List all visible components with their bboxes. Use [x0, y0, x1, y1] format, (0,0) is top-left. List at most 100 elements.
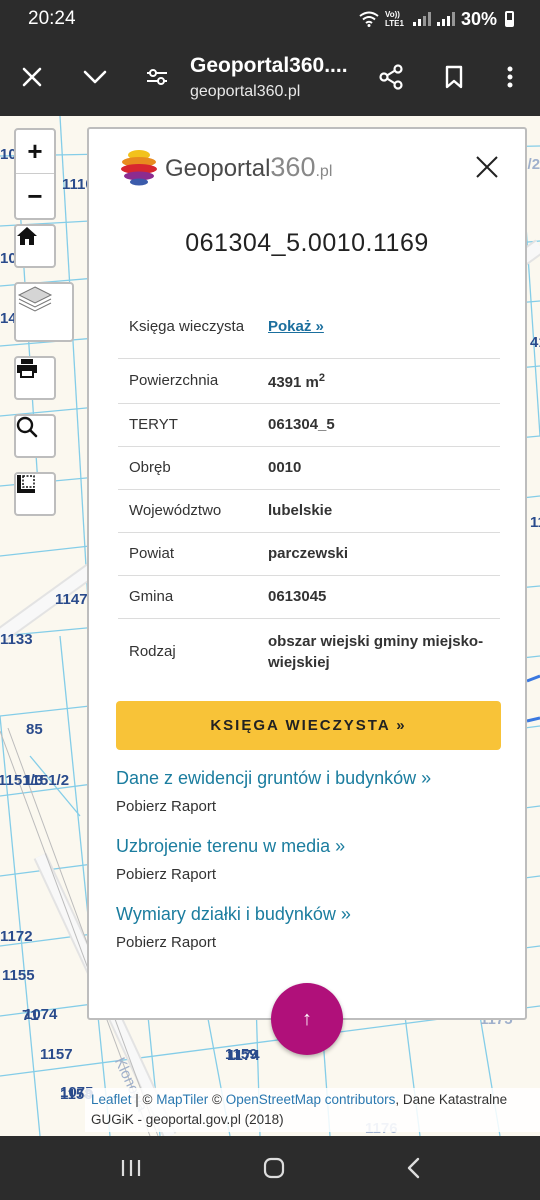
parcel-label: 1074 [24, 1006, 58, 1023]
page-title: Geoportal360.... [190, 54, 348, 77]
row-key: Powiat [118, 532, 258, 576]
layers-icon [17, 286, 53, 312]
battery-percent: 30% [460, 8, 497, 29]
zoom-control: + − [14, 128, 56, 220]
search-button[interactable] [14, 414, 56, 458]
parcel-label: 1157 [40, 1046, 73, 1063]
more-vert-icon [507, 66, 513, 88]
parcel-info-table: Księga wieczysta Pokaż » Powierzchnia 43… [118, 295, 500, 685]
row-value: lubelskie [258, 489, 500, 533]
parcel-label: 1155 [2, 967, 35, 984]
table-row: TERYT 061304_5 [118, 403, 500, 447]
zoom-out-button[interactable]: − [16, 174, 54, 218]
download-report-link[interactable]: Pobierz Raport [116, 934, 351, 951]
home-button[interactable] [14, 224, 56, 268]
parcel-id: 061304_5.0010.1169 [185, 229, 429, 257]
osm-link[interactable]: OpenStreetMap contributors [226, 1092, 396, 1107]
collapse-button[interactable] [70, 38, 120, 116]
dimensions-link[interactable]: Wymiary działki i budynków » [116, 904, 351, 925]
clock: 20:24 [28, 8, 76, 29]
share-button[interactable] [366, 38, 416, 116]
battery-icon [505, 11, 514, 27]
area-unit-sup: 2 [318, 372, 325, 384]
tune-icon [147, 69, 167, 85]
parcel-label: 1151/3 [0, 772, 44, 789]
row-key: Księga wieczysta [118, 295, 258, 359]
logo-tld: .pl [315, 162, 333, 180]
row-value: obszar wiejski gminy miejsko-wiejskiej [268, 632, 484, 671]
site-settings-button[interactable] [132, 38, 182, 116]
maptiler-link[interactable]: MapTiler [156, 1092, 208, 1107]
popup-close-button[interactable] [475, 155, 499, 179]
print-button[interactable] [14, 356, 56, 400]
more-menu-button[interactable] [485, 38, 535, 116]
row-value: parczewski [258, 532, 500, 576]
table-row: Powiat parczewski [118, 532, 500, 576]
area-value: 4391 m [268, 374, 319, 391]
zoom-in-button[interactable]: + [16, 130, 54, 174]
land-register-link[interactable]: Pokaż » [268, 318, 324, 335]
row-value: 0613045 [258, 575, 500, 619]
recent-apps-icon[interactable] [120, 1158, 142, 1178]
row-value: 4391 m2 [258, 358, 500, 404]
close-icon [22, 67, 42, 87]
geoportal-logo: Geoportal360.pl [119, 147, 332, 187]
table-row: Powierzchnia 4391 m2 [118, 358, 500, 404]
page-url[interactable]: geoportal360.pl [190, 83, 300, 101]
browser-toolbar: Geoportal360.... geoportal360.pl [0, 38, 540, 116]
logo-name: Geoportal [165, 154, 271, 182]
parcel-label: 1159 [225, 1046, 258, 1063]
close-tab-button[interactable] [7, 38, 57, 116]
table-row: Obręb 0010 [118, 446, 500, 490]
table-row: Księga wieczysta Pokaż » [118, 295, 500, 359]
back-icon[interactable] [406, 1157, 420, 1179]
status-bar: 20:24 Vo)) LTE1 30% [0, 0, 540, 38]
row-key: Rodzaj [129, 643, 176, 661]
logo-icon [121, 150, 157, 186]
utilities-link[interactable]: Uzbrojenie terenu w media » [116, 836, 345, 857]
parcel-label: 41 [530, 334, 540, 351]
leaflet-link[interactable]: Leaflet [91, 1092, 132, 1107]
share-icon [379, 64, 403, 90]
land-records-link[interactable]: Dane z ewidencji gruntów i budynków » [116, 768, 431, 789]
home-nav-icon[interactable] [263, 1157, 285, 1179]
download-report-link[interactable]: Pobierz Raport [116, 866, 345, 883]
row-key: TERYT [118, 403, 258, 447]
row-key: Gmina [118, 575, 258, 619]
scroll-top-button[interactable]: ↑ [271, 983, 343, 1055]
row-key: Powierzchnia [118, 358, 258, 404]
row-key: Obręb [118, 446, 258, 490]
table-row: Rodzaj obszar wiejski gminy miejsko-wiej… [118, 618, 500, 685]
map-attribution: Leaflet | © MapTiler © OpenStreetMap con… [85, 1088, 540, 1132]
table-row: Gmina 0613045 [118, 575, 500, 619]
layers-button[interactable] [14, 282, 74, 342]
download-report-link[interactable]: Pobierz Raport [116, 798, 431, 815]
section-land-records: Dane z ewidencji gruntów i budynków » Po… [116, 768, 431, 815]
parcel-label: 1133 [0, 631, 33, 648]
parcel-label: 1137 [530, 514, 540, 531]
parcel-popup: Geoportal360.pl 061304_5.0010.1169 Księg… [87, 127, 527, 1020]
signal-icon-1 [412, 12, 431, 26]
measure-button[interactable] [14, 472, 56, 516]
chevron-down-icon [83, 70, 107, 84]
land-register-button[interactable]: KSIĘGA WIECZYSTA » [116, 701, 501, 750]
status-icons: Vo)) LTE1 30% [359, 9, 514, 30]
table-row: Województwo lubelskie [118, 489, 500, 533]
logo-text: Geoportal360.pl [165, 152, 332, 183]
bookmark-button[interactable] [429, 38, 479, 116]
bookmark-icon [445, 65, 463, 89]
row-value: 0010 [258, 446, 500, 490]
home-icon [17, 227, 37, 245]
ruler-icon [17, 475, 35, 493]
row-key: Województwo [118, 489, 258, 533]
section-dimensions: Wymiary działki i budynków » Pobierz Rap… [116, 904, 351, 951]
attr-sep: | © [131, 1092, 157, 1107]
search-icon [16, 416, 38, 438]
parcel-label: 1147 [55, 591, 88, 608]
volte-label: Vo)) LTE1 [384, 10, 404, 28]
attr-sep: © [208, 1092, 226, 1107]
logo-num: 360 [270, 151, 316, 182]
parcel-label: 85 [26, 721, 43, 738]
row-value: 061304_5 [258, 403, 500, 447]
section-utilities: Uzbrojenie terenu w media » Pobierz Rapo… [116, 836, 345, 883]
